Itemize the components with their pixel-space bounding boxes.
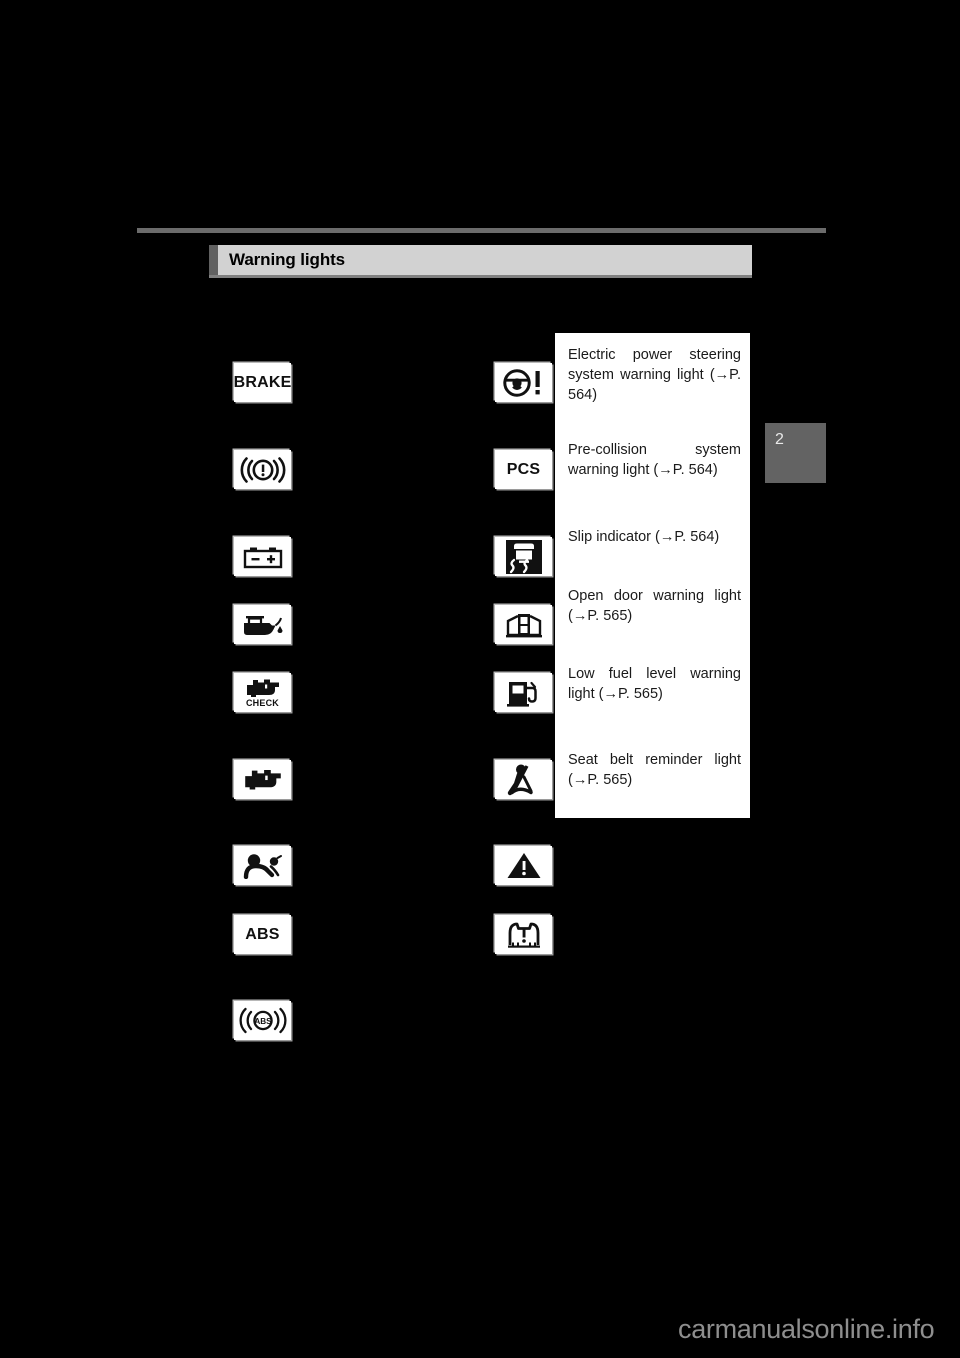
tire-pressure-warning-light-icon <box>495 915 552 954</box>
slip-indicator-icon <box>495 537 552 576</box>
description-slip-indicator: Slip indicator (→P. 564) <box>568 529 720 545</box>
description-low-fuel-level: Low fuel level warning light (→P. 565) <box>568 666 741 702</box>
seat-belt-reminder-light-icon <box>495 760 552 799</box>
description-seat-belt-reminder: Seat belt reminder light (→P. 565) <box>568 752 741 788</box>
check-engine-warning-light-icon: CHECK <box>234 673 291 712</box>
watermark: carmanualsonline.info <box>678 1314 935 1344</box>
low-fuel-level-warning-light-icon <box>495 673 552 712</box>
charging-system-warning-light-icon <box>234 537 291 576</box>
description-electric-power-steering: Electric power steering system warning l… <box>568 347 741 403</box>
brake-hold-abs-indicator-icon: ABS <box>234 1001 291 1040</box>
description-pre-collision-system: Pre-collision system warning light (→P. … <box>568 442 741 478</box>
pcs-label: PCS <box>506 460 541 478</box>
chapter-number: 2 <box>775 431 784 448</box>
section-header-stripe <box>209 245 218 275</box>
description-panel <box>555 333 750 818</box>
brake-warning-light-icon: BRAKE <box>234 363 291 402</box>
srs-airbag-warning-light-icon <box>234 846 291 885</box>
pre-collision-system-warning-light-icon: PCS <box>495 450 552 489</box>
open-door-warning-light-icon <box>495 605 552 644</box>
abs-warning-light-icon: ABS <box>234 915 291 954</box>
abs-label: ABS <box>245 925 280 943</box>
low-engine-oil-pressure-warning-light-icon <box>234 605 291 644</box>
svg-text:ABS: ABS <box>254 1017 272 1026</box>
brake-system-warning-light-icon <box>234 450 291 489</box>
chapter-tab: 2 <box>765 423 826 483</box>
top-rule <box>137 228 826 233</box>
brake-label: BRAKE <box>233 373 292 391</box>
check-label: CHECK <box>245 697 279 708</box>
malfunction-indicator-lamp-icon <box>234 760 291 799</box>
page-title: Warning lights <box>229 250 346 269</box>
description-open-door: Open door warning light (→P. 565) <box>568 588 741 624</box>
section-header: Warning lights <box>209 245 752 275</box>
electric-power-steering-warning-light-icon <box>495 363 552 402</box>
master-warning-light-icon <box>495 846 552 885</box>
